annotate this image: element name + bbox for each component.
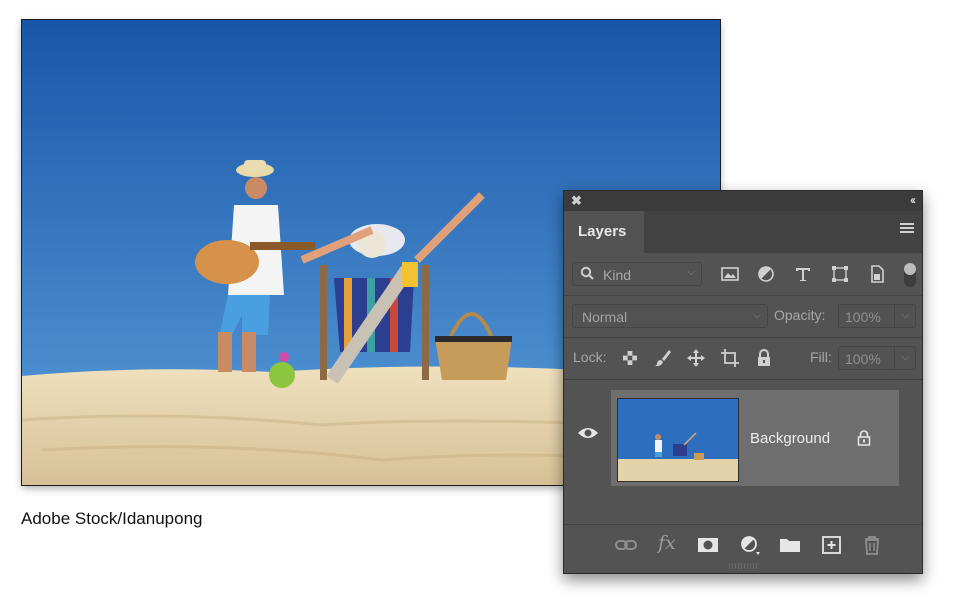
fill-field[interactable]: 100% ⌵ — [838, 346, 916, 370]
fx-icon[interactable]: fx — [658, 532, 680, 554]
chevron-down-icon: ⌵ — [901, 310, 909, 321]
layer-name: Background — [750, 430, 831, 447]
lock-label: Lock: — [573, 349, 607, 365]
photo-credit: Adobe Stock/Idanupong — [21, 509, 203, 528]
panel-menu-icon[interactable] — [900, 223, 914, 235]
opacity-field[interactable]: 100% ⌵ — [838, 304, 916, 328]
chevron-down-icon: ⌵ — [687, 267, 695, 278]
resize-grip[interactable] — [729, 563, 759, 569]
lock-all-icon[interactable] — [754, 348, 774, 368]
trash-icon[interactable] — [861, 535, 883, 555]
link-layers-icon[interactable] — [615, 535, 637, 555]
fill-label: Fill: — [810, 349, 832, 365]
panel-bottom-toolbar: fx — [564, 524, 922, 565]
layer-row-background[interactable]: Background — [611, 390, 899, 486]
filter-kind-dropdown[interactable]: Kind ⌵ — [572, 262, 702, 286]
type-filter-icon[interactable] — [793, 264, 813, 284]
opacity-label: Opacity: — [774, 307, 826, 323]
chevron-down-icon: ⌵ — [901, 352, 909, 363]
lock-position-icon[interactable] — [686, 348, 706, 368]
search-icon — [580, 266, 594, 280]
layers-panel: ✖ ‹‹ Layers Kind ⌵ Normal ⌵ Opacity: 100… — [563, 190, 923, 574]
blend-mode-value: Normal — [582, 309, 628, 325]
group-folder-icon[interactable] — [779, 535, 801, 555]
lock-transparent-pixels-icon[interactable] — [620, 348, 640, 368]
smart-object-filter-icon[interactable] — [867, 264, 887, 284]
lock-image-pixels-icon[interactable] — [653, 348, 673, 368]
filter-kind-label: Kind — [603, 267, 632, 283]
image-filter-icon[interactable] — [720, 264, 740, 284]
lock-row: Lock: Fill: 100% ⌵ — [564, 337, 922, 380]
blend-row: Normal ⌵ Opacity: 100% ⌵ — [564, 295, 922, 338]
filter-toggle[interactable] — [904, 263, 916, 287]
collapse-icon[interactable]: ‹‹ — [910, 193, 916, 207]
lock-artboard-icon[interactable] — [720, 348, 740, 368]
new-layer-icon[interactable] — [821, 535, 843, 555]
layer-mask-icon[interactable] — [697, 535, 719, 555]
lock-icon[interactable] — [857, 430, 871, 446]
adjustment-layer-icon[interactable] — [739, 535, 761, 555]
close-icon[interactable]: ✖ — [571, 193, 582, 209]
filter-row: Kind ⌵ — [564, 253, 922, 296]
layers-list: Background — [564, 380, 922, 524]
blend-mode-dropdown[interactable]: Normal ⌵ — [572, 304, 768, 328]
eye-icon[interactable] — [577, 426, 599, 440]
opacity-value: 100% — [845, 309, 881, 325]
shape-filter-icon[interactable] — [830, 264, 850, 284]
panel-titlebar: ✖ ‹‹ — [564, 191, 922, 211]
chevron-down-icon: ⌵ — [753, 310, 761, 321]
adjustment-filter-icon[interactable] — [756, 264, 776, 284]
tab-layers[interactable]: Layers — [564, 211, 644, 253]
panel-tab-row: Layers — [564, 211, 922, 253]
fill-value: 100% — [845, 351, 881, 367]
layer-thumbnail — [617, 398, 739, 482]
